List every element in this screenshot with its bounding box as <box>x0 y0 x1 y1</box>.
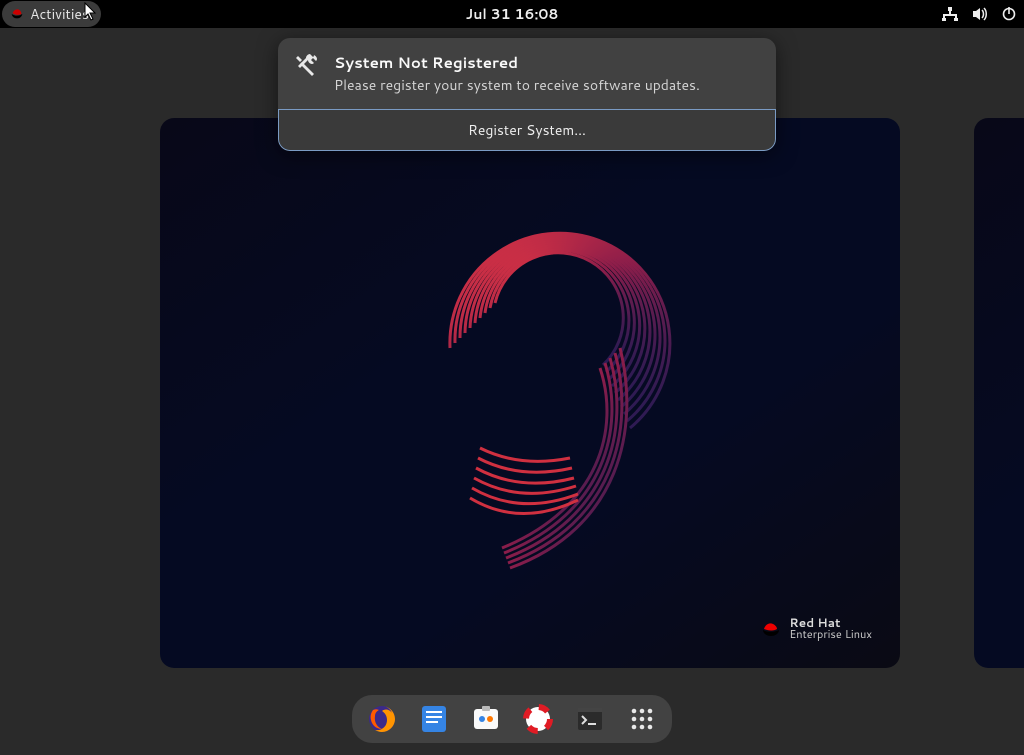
help-launcher[interactable] <box>520 701 556 737</box>
top-bar: Activities Jul 31 16:08 <box>0 0 1024 28</box>
dash <box>352 695 672 743</box>
redhat-icon <box>10 7 24 21</box>
wallpaper-logo: Red Hat Enterprise Linux <box>761 617 872 640</box>
power-icon <box>1002 7 1016 21</box>
notification-banner: System Not Registered Please register yo… <box>278 38 776 151</box>
overview-area: Red Hat Enterprise Linux System Not Regi… <box>0 28 1024 755</box>
notification-title: System Not Registered <box>334 52 758 73</box>
workspace-thumbnail[interactable]: Red Hat Enterprise Linux <box>160 118 900 668</box>
wallpaper-graphic <box>360 148 700 588</box>
show-apps-button[interactable] <box>624 701 660 737</box>
network-icon <box>942 7 958 21</box>
mouse-cursor <box>84 2 98 22</box>
workspace-thumbnail-next[interactable] <box>974 118 1024 668</box>
system-tray[interactable] <box>942 7 1024 21</box>
redhat-hat-icon <box>761 621 781 637</box>
wallpaper-logo-bottom: Enterprise Linux <box>789 629 872 640</box>
text-editor-launcher[interactable] <box>416 701 452 737</box>
volume-icon <box>972 7 988 21</box>
clock[interactable]: Jul 31 16:08 <box>466 4 559 24</box>
notification-message: Please register your system to receive s… <box>334 75 758 95</box>
terminal-launcher[interactable] <box>572 701 608 737</box>
activities-label: Activities <box>30 4 89 24</box>
register-system-button[interactable]: Register System… <box>278 109 776 151</box>
software-launcher[interactable] <box>468 701 504 737</box>
firefox-launcher[interactable] <box>364 701 400 737</box>
wrench-screwdriver-icon <box>294 54 320 86</box>
